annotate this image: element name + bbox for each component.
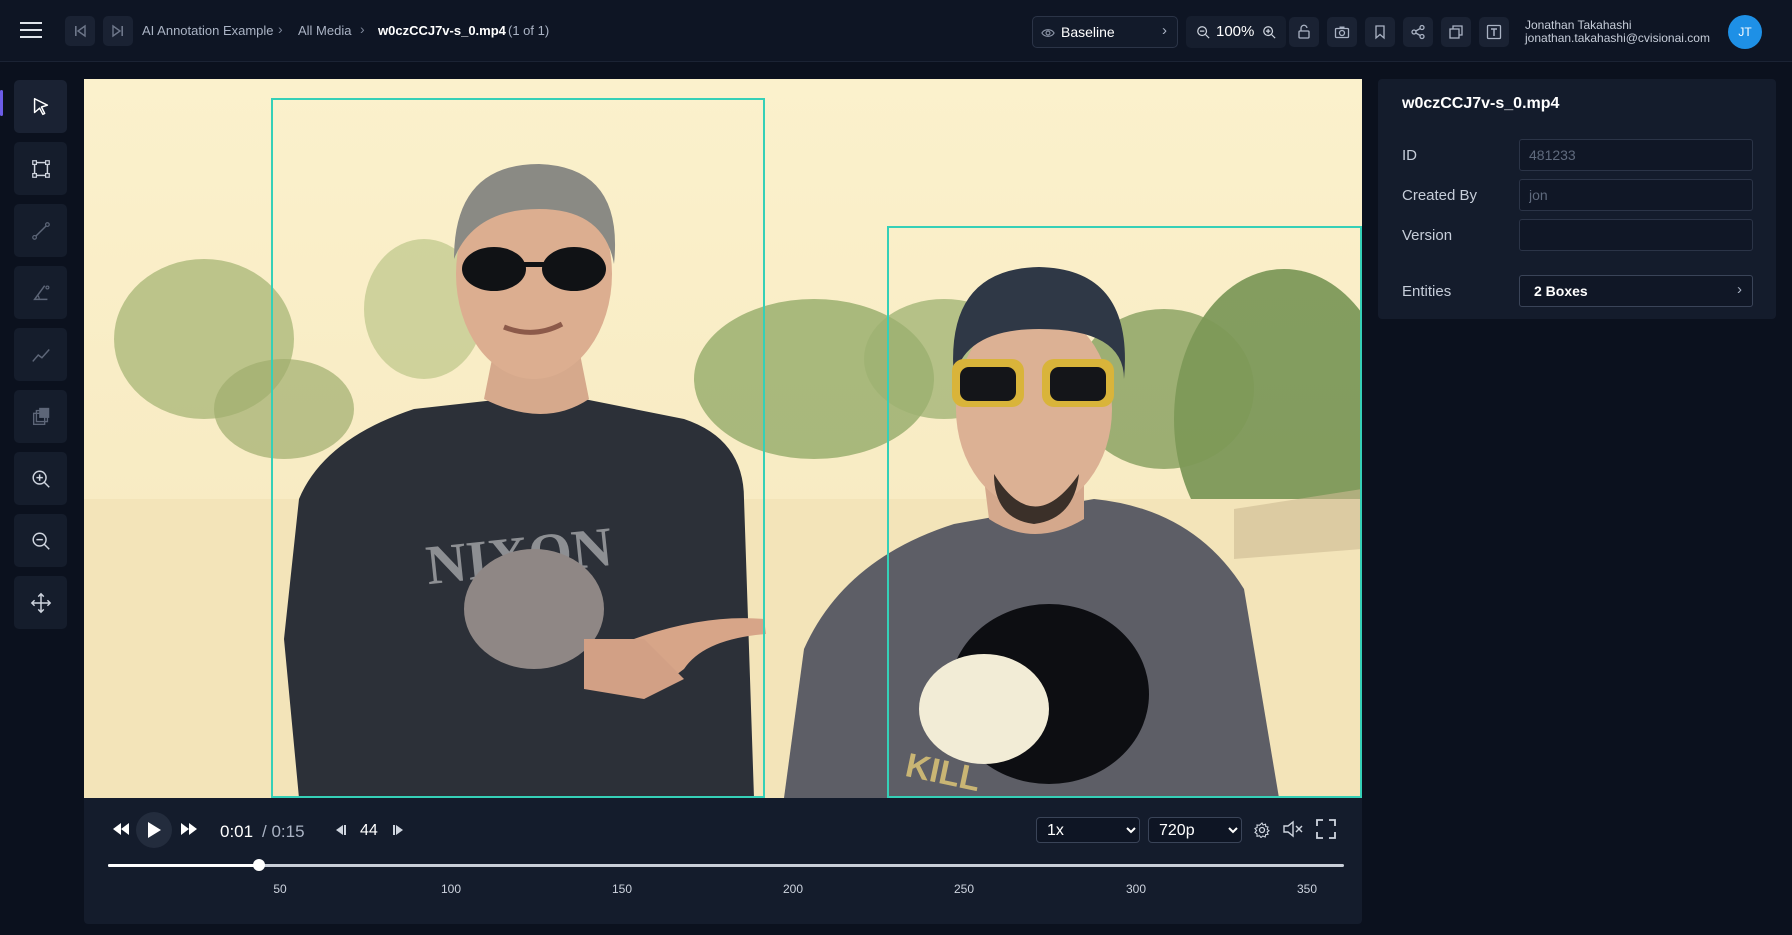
avatar-initials: JT (1738, 25, 1752, 39)
fullscreen-icon[interactable] (1316, 819, 1336, 839)
skip-back-icon[interactable] (65, 16, 95, 46)
playback-speed-select[interactable]: 1x (1036, 817, 1140, 843)
play-icon (148, 822, 161, 838)
current-time: 0:01 (220, 822, 254, 841)
unlock-icon[interactable] (1289, 17, 1319, 47)
eye-icon (1041, 29, 1055, 37)
next-frame-icon[interactable] (392, 824, 406, 836)
layers-icon (32, 407, 49, 425)
version-field[interactable] (1519, 219, 1753, 251)
chevron-right-icon: › (1162, 22, 1167, 39)
top-bar: AI Annotation Example › All Media › w0cz… (0, 0, 1792, 62)
entities-label: Entities (1402, 283, 1452, 300)
polyline-icon (31, 348, 50, 362)
stack-icon[interactable] (1441, 17, 1471, 47)
line-icon (31, 221, 50, 240)
video-canvas[interactable]: NIXON KILL (84, 79, 1362, 798)
rewind-icon[interactable] (112, 822, 130, 836)
user-info: Jonathan Takahashi jonathan.takahashi@cv… (1525, 19, 1710, 45)
version-label: Version (1402, 227, 1453, 244)
zoom-level: 100% (1216, 23, 1255, 40)
bounding-box[interactable] (271, 98, 765, 798)
bookmark-icon[interactable] (1365, 17, 1395, 47)
zoom-in-icon (31, 469, 50, 488)
polyline-tool[interactable] (14, 328, 67, 381)
breadcrumb-project[interactable]: AI Annotation Example (142, 23, 274, 38)
box-tool[interactable] (14, 142, 67, 195)
timeline-tick: 300 (1125, 882, 1147, 896)
media-details-panel: w0czCCJ7v-s_0.mp4 ID Created By Version … (1378, 79, 1776, 319)
menu-icon[interactable] (20, 21, 42, 39)
layer-label: Baseline (1061, 24, 1115, 40)
settings-icon[interactable] (1254, 822, 1270, 838)
pointer-tool[interactable] (14, 80, 67, 133)
entities-button[interactable]: 2 Boxes › (1519, 275, 1753, 307)
total-time: / 0:15 (262, 822, 305, 841)
pan-tool[interactable] (14, 576, 67, 629)
id-field (1519, 139, 1753, 171)
share-icon[interactable] (1403, 17, 1433, 47)
camera-icon[interactable] (1327, 17, 1357, 47)
skip-forward-icon[interactable] (103, 16, 133, 46)
timeline-tick: 100 (440, 882, 462, 896)
entities-value: 2 Boxes (1534, 283, 1588, 299)
user-email: jonathan.takahashi@cvisionai.com (1525, 31, 1710, 45)
chevron-right-icon: › (278, 21, 283, 37)
zoom-out-tool[interactable] (14, 514, 67, 567)
zoom-out-icon (31, 531, 50, 550)
fast-forward-icon[interactable] (180, 822, 198, 836)
timeline-tick: 150 (611, 882, 633, 896)
previous-frame-icon[interactable] (333, 824, 347, 836)
layers-tool[interactable] (14, 390, 67, 443)
created-by-field (1519, 179, 1753, 211)
layer-select[interactable]: Baseline › (1032, 16, 1178, 48)
line-tool[interactable] (14, 204, 67, 257)
box-icon (31, 159, 50, 178)
angle-icon (32, 284, 49, 300)
mute-icon[interactable] (1282, 820, 1304, 838)
created-by-label: Created By (1402, 187, 1478, 204)
tool-sidebar (0, 62, 80, 935)
text-box-icon[interactable] (1479, 17, 1509, 47)
breadcrumb-all-media[interactable]: All Media (298, 23, 351, 38)
frame-number: 44 (360, 822, 378, 839)
timeline-tick: 200 (782, 882, 804, 896)
zoom-out-icon[interactable] (1196, 25, 1210, 39)
timeline-tick: 50 (273, 882, 287, 896)
panel-title: w0czCCJ7v-s_0.mp4 (1402, 95, 1560, 112)
pan-icon (30, 592, 51, 613)
zoom-control: 100% (1186, 16, 1286, 48)
chevron-right-icon: › (1737, 281, 1742, 298)
angle-tool[interactable] (14, 266, 67, 319)
player-controls: 0:01 / 0:15 44 1x 720p (84, 798, 1362, 924)
timeline-handle[interactable] (253, 859, 265, 871)
id-label: ID (1402, 147, 1417, 164)
play-button[interactable] (136, 812, 172, 848)
timeline-tick: 350 (1296, 882, 1318, 896)
timeline-progress (108, 864, 259, 867)
file-position: (1 of 1) (508, 23, 550, 38)
active-tool-indicator (0, 90, 3, 116)
zoom-in-tool[interactable] (14, 452, 67, 505)
timeline-tick: 250 (953, 882, 975, 896)
quality-select[interactable]: 720p (1148, 817, 1242, 843)
breadcrumb-file-name: w0czCCJ7v-s_0.mp4 (378, 23, 506, 38)
bounding-box[interactable] (887, 226, 1362, 798)
zoom-in-icon[interactable] (1262, 25, 1276, 39)
chevron-right-icon: › (360, 21, 365, 37)
pointer-icon (33, 97, 48, 115)
timeline-track[interactable] (108, 864, 1344, 867)
avatar[interactable]: JT (1728, 15, 1762, 49)
